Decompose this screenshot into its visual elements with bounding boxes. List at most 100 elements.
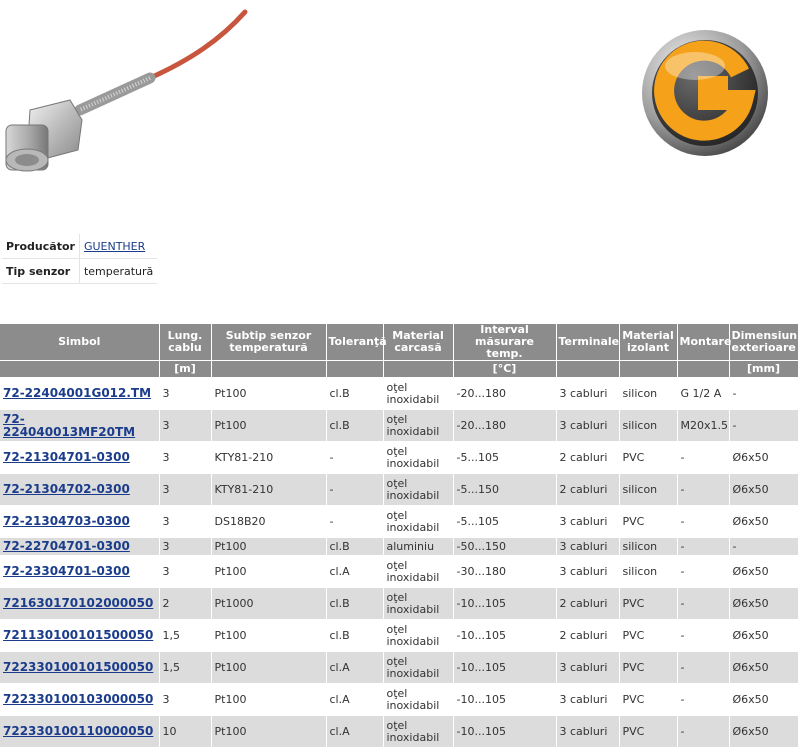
sensor-subtype-cell: Pt1000 xyxy=(211,588,326,620)
table-row: 7211301001015000501,5Pt100cl.Boţel inoxi… xyxy=(0,620,798,652)
product-symbol-link[interactable]: 72-22404001G012.TM xyxy=(3,386,151,400)
sensor-subtype-cell: Pt100 xyxy=(211,410,326,442)
mounting-cell: M20x1.5 xyxy=(677,410,729,442)
dimensions-cell: - xyxy=(729,410,798,442)
tolerance-cell: cl.A xyxy=(326,652,383,684)
column-header-insulation[interactable]: Material izolant xyxy=(619,324,677,361)
terminals-cell: 2 cabluri xyxy=(556,474,619,506)
dimensions-cell: Ø6x50 xyxy=(729,506,798,538)
column-unit xyxy=(619,361,677,378)
mounting-cell: - xyxy=(677,684,729,716)
insulation-cell: PVC xyxy=(619,506,677,538)
insulation-cell: silicon xyxy=(619,378,677,410)
column-header-symbol[interactable]: Simbol xyxy=(0,324,159,361)
housing-material-cell: oţel inoxidabil xyxy=(383,716,453,747)
product-symbol-link[interactable]: 721630170102000050 xyxy=(3,596,153,610)
column-unit xyxy=(556,361,619,378)
dimensions-cell: Ø6x50 xyxy=(729,474,798,506)
housing-material-cell: oţel inoxidabil xyxy=(383,684,453,716)
column-header-mounting[interactable]: Montare xyxy=(677,324,729,361)
column-header-tolerance[interactable]: Toleranţă xyxy=(326,324,383,361)
column-header-cable-length[interactable]: Lung. cablu xyxy=(159,324,211,361)
housing-material-cell: oţel inoxidabil xyxy=(383,556,453,588)
product-symbol-link[interactable]: 72-23304701-0300 xyxy=(3,564,130,578)
housing-material-cell: oţel inoxidabil xyxy=(383,652,453,684)
mounting-cell: G 1/2 A xyxy=(677,378,729,410)
symbol-cell: 72-22704701-0300 xyxy=(0,538,159,556)
column-header-terminals[interactable]: Terminale xyxy=(556,324,619,361)
terminals-cell: 3 cabluri xyxy=(556,684,619,716)
product-symbol-link[interactable]: 72-21304702-0300 xyxy=(3,482,130,496)
cable-length-cell: 2 xyxy=(159,588,211,620)
product-symbol-link[interactable]: 722330100110000050 xyxy=(3,724,153,738)
table-row: 722330100110000050 10Pt100cl.Aoţel inoxid… xyxy=(0,716,798,747)
product-table: Simbol Lung. cablu Subtip senzor tempera… xyxy=(0,324,798,747)
cable-length-cell: 3 xyxy=(159,506,211,538)
sensor-subtype-cell: DS18B20 xyxy=(211,506,326,538)
cable-length-cell: 3 xyxy=(159,378,211,410)
dimensions-cell: Ø6x50 xyxy=(729,652,798,684)
insulation-cell: PVC xyxy=(619,716,677,747)
mounting-cell: - xyxy=(677,588,729,620)
column-header-sensor-subtype[interactable]: Subtip senzor temperatură xyxy=(211,324,326,361)
column-header-dimensions[interactable]: Dimensiuni exterioare xyxy=(729,324,798,361)
temp-range-cell: -30...180 xyxy=(453,556,556,588)
tolerance-cell: cl.B xyxy=(326,378,383,410)
column-header-housing-material[interactable]: Material carcasă xyxy=(383,324,453,361)
dimensions-cell: - xyxy=(729,378,798,410)
dimensions-cell: Ø6x50 xyxy=(729,588,798,620)
product-symbol-link[interactable]: 722330100101500050 xyxy=(3,660,153,674)
insulation-cell: PVC xyxy=(619,684,677,716)
dimensions-cell: Ø6x50 xyxy=(729,716,798,747)
terminals-cell: 3 cabluri xyxy=(556,556,619,588)
sensor-subtype-cell: Pt100 xyxy=(211,378,326,410)
tolerance-cell: cl.B xyxy=(326,620,383,652)
symbol-cell: 72-21304701-0300 xyxy=(0,442,159,474)
dimensions-cell: Ø6x50 xyxy=(729,684,798,716)
housing-material-cell: oţel inoxidabil xyxy=(383,506,453,538)
temp-range-cell: -20...180 xyxy=(453,378,556,410)
tolerance-cell: cl.A xyxy=(326,716,383,747)
product-symbol-link[interactable]: 722330100103000050 xyxy=(3,692,153,706)
mounting-cell: - xyxy=(677,474,729,506)
terminals-cell: 3 cabluri xyxy=(556,506,619,538)
symbol-cell: 721130100101500050 xyxy=(0,620,159,652)
tolerance-cell: cl.A xyxy=(326,556,383,588)
symbol-cell: 722330100101500050 xyxy=(0,652,159,684)
column-unit: [m] xyxy=(159,361,211,378)
column-unit xyxy=(211,361,326,378)
producer-link[interactable]: GUENTHER xyxy=(84,240,145,253)
table-row: 7216301701020000502Pt1000cl.Boţel inoxid… xyxy=(0,588,798,620)
mounting-cell: - xyxy=(677,620,729,652)
sensor-subtype-cell: Pt100 xyxy=(211,652,326,684)
product-symbol-link[interactable]: 72-22704701-0300 xyxy=(3,539,130,553)
symbol-cell: 72-224040013MF20TM xyxy=(0,410,159,442)
product-symbol-link[interactable]: 72-224040013MF20TM xyxy=(3,412,135,439)
symbol-cell: 721630170102000050 xyxy=(0,588,159,620)
cable-length-cell: 3 xyxy=(159,410,211,442)
housing-material-cell: oţel inoxidabil xyxy=(383,620,453,652)
temp-range-cell: -10...105 xyxy=(453,652,556,684)
insulation-cell: silicon xyxy=(619,410,677,442)
symbol-cell: 72-21304702-0300 xyxy=(0,474,159,506)
tolerance-cell: - xyxy=(326,474,383,506)
product-symbol-link[interactable]: 72-21304701-0300 xyxy=(3,450,130,464)
table-row: 72-224040013MF20TM3Pt100cl.Boţel inoxida… xyxy=(0,410,798,442)
temp-range-cell: -5...105 xyxy=(453,506,556,538)
column-unit xyxy=(0,361,159,378)
sensor-subtype-cell: Pt100 xyxy=(211,716,326,747)
insulation-cell: silicon xyxy=(619,538,677,556)
column-header-temp-range[interactable]: Interval măsurare temp. xyxy=(453,324,556,361)
product-symbol-link[interactable]: 72-21304703-0300 xyxy=(3,514,130,528)
cable-length-cell: 10 xyxy=(159,716,211,747)
column-unit xyxy=(383,361,453,378)
dimensions-cell: Ø6x50 xyxy=(729,620,798,652)
mounting-cell: - xyxy=(677,442,729,474)
insulation-cell: silicon xyxy=(619,556,677,588)
symbol-cell: 722330100110000050 xyxy=(0,716,159,747)
product-symbol-link[interactable]: 721130100101500050 xyxy=(3,628,153,642)
column-unit xyxy=(326,361,383,378)
insulation-cell: PVC xyxy=(619,588,677,620)
table-row: 7223301001030000503Pt100cl.Aoţel inoxida… xyxy=(0,684,798,716)
table-row: 72-23304701-03003Pt100cl.Aoţel inoxidabi… xyxy=(0,556,798,588)
